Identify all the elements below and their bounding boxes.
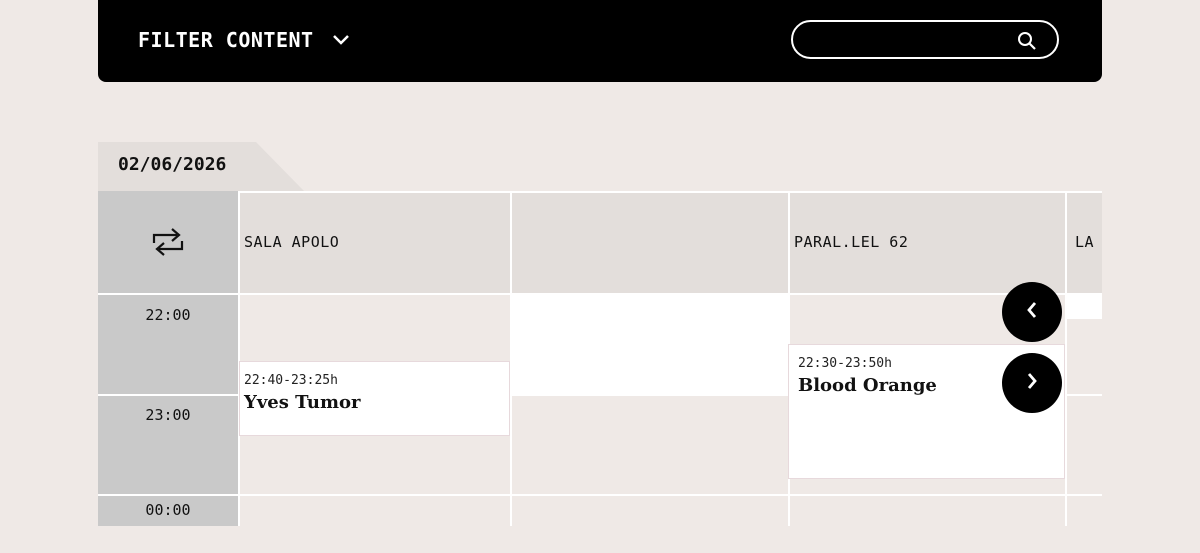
venue-name: LA [1075,233,1095,251]
time-label: 22:00 [145,306,191,324]
chevron-right-icon [1025,371,1039,395]
venue-header: SALA APOLO [238,191,510,293]
venue-header: PARAL.LEL 62 [788,191,1065,293]
next-button[interactable] [1002,353,1062,413]
schedule-grid: 22:00 23:00 00:00 SALA APOLO PARAL.LEL 6… [98,191,1102,526]
prev-button[interactable] [1002,282,1062,342]
grid-line [98,494,1102,496]
empty-slot [512,293,788,394]
search-box [791,20,1059,59]
venue-header: LA [1065,191,1102,293]
event-title: Yves Tumor [244,392,361,413]
chevron-left-icon [1025,300,1039,324]
grid-line [1065,293,1067,526]
venue-name: PARAL.LEL 62 [794,233,909,251]
event-time: 22:40-23:25h [244,373,338,388]
swap-arrows-icon[interactable] [98,191,238,293]
time-label: 00:00 [145,501,191,519]
event-card[interactable]: 22:40-23:25h Yves Tumor [239,361,510,436]
filter-content-toggle[interactable]: FILTER CONTENT [138,28,350,52]
date-label: 02/06/2026 [118,154,227,175]
empty-slot [1067,293,1102,319]
date-tab[interactable]: 02/06/2026 [98,142,304,191]
search-icon[interactable] [1017,31,1037,55]
filter-label: FILTER CONTENT [138,28,314,52]
chevron-down-icon [332,34,350,46]
event-time: 22:30-23:50h [798,356,892,371]
venue-header [510,191,788,293]
event-title: Blood Orange [798,375,937,396]
time-label: 23:00 [145,406,191,424]
venue-name: SALA APOLO [244,233,340,251]
search-input[interactable] [807,28,1011,54]
filter-bar: FILTER CONTENT [98,0,1102,82]
